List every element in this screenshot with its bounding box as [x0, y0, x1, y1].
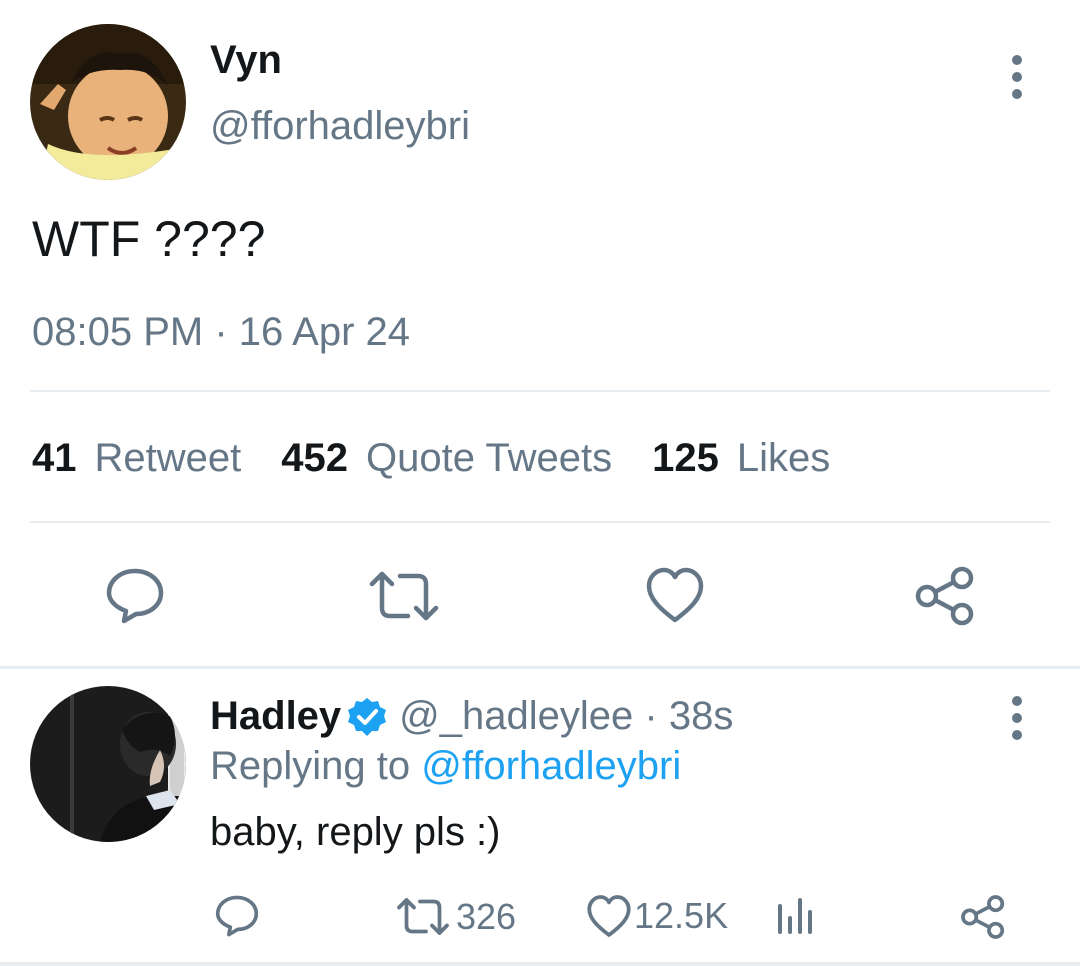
tweet-stats: 41 Retweet 452 Quote Tweets 125 Likes: [32, 436, 870, 481]
more-icon[interactable]: [1005, 696, 1029, 740]
analytics-icon[interactable]: [776, 896, 816, 936]
reply-text: baby, reply pls :): [210, 810, 501, 854]
replying-to: Replying to @fforhadleybri: [210, 744, 681, 789]
author-name[interactable]: Vyn: [210, 38, 282, 83]
reply-time[interactable]: 38s: [669, 694, 734, 739]
like-count: 12.5K: [634, 895, 729, 936]
tweet-text: WTF ????: [32, 211, 266, 267]
likes-label[interactable]: Likes: [737, 436, 830, 481]
like-icon: [586, 894, 632, 938]
retweets-label[interactable]: Retweet: [95, 436, 242, 481]
retweet-icon[interactable]: [368, 566, 440, 626]
likes-count[interactable]: 125: [652, 436, 719, 481]
share-icon[interactable]: [914, 565, 976, 627]
divider: [30, 390, 1050, 392]
section-divider: [0, 666, 1080, 669]
more-icon[interactable]: [1005, 55, 1029, 99]
author-handle[interactable]: @fforhadleybri: [210, 104, 470, 149]
bottom-divider: [0, 962, 1080, 966]
retweet-button[interactable]: 326: [396, 894, 516, 939]
reply-icon[interactable]: [214, 893, 260, 939]
retweet-count: 326: [456, 895, 517, 937]
retweet-icon: [396, 894, 450, 939]
reply-header: Hadley @_hadleylee · 38s: [210, 694, 733, 739]
quotes-count[interactable]: 452: [281, 436, 348, 481]
like-button[interactable]: 12.5K: [586, 894, 728, 938]
reply-icon[interactable]: [104, 565, 166, 627]
replying-to-label: Replying to: [210, 744, 422, 788]
reply-author-avatar[interactable]: [30, 686, 186, 842]
share-icon[interactable]: [960, 894, 1006, 940]
retweets-count[interactable]: 41: [32, 436, 77, 481]
reply-author-name[interactable]: Hadley: [210, 694, 341, 739]
author-avatar[interactable]: [30, 24, 186, 180]
reply-author-handle[interactable]: @_hadleylee: [399, 694, 633, 739]
replying-to-handle[interactable]: @fforhadleybri: [421, 744, 681, 788]
tweet-timestamp[interactable]: 08:05 PM · 16 Apr 24: [32, 310, 410, 355]
divider: [30, 521, 1050, 523]
verified-icon: [347, 697, 387, 737]
like-icon[interactable]: [645, 566, 705, 624]
separator: ·: [633, 694, 669, 738]
quotes-label[interactable]: Quote Tweets: [366, 436, 612, 481]
